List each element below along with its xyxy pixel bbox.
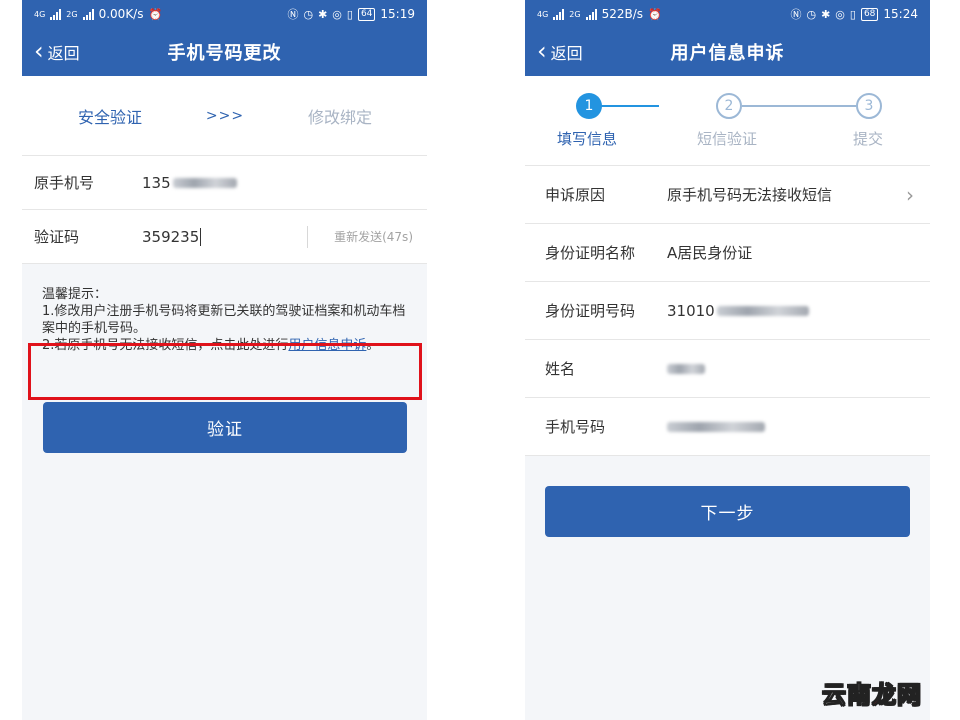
appeal-screen: 4G 2G 522B/s ⏰ Ⓝ ◷ ✱ ◎ ▯ 68 15:24 ‹ 返回 用…: [525, 0, 930, 720]
tips-title: 温馨提示：: [42, 287, 108, 302]
old-phone-value: 135: [142, 174, 237, 192]
phone-label: 手机号码: [545, 418, 606, 436]
watermark-logo: 云南龙网: [822, 681, 922, 710]
appeal-reason-row[interactable]: 申诉原因 原手机号码无法接收短信 ›: [525, 166, 930, 224]
network-2g-tag: 2G: [569, 9, 581, 19]
redacted-blur: [716, 305, 809, 316]
name-row[interactable]: 姓名: [525, 340, 930, 398]
network-speed: 0.00K/s: [98, 7, 144, 21]
nfc-icon: Ⓝ: [287, 8, 299, 21]
id-number-row[interactable]: 身份证明号码 31010: [525, 282, 930, 340]
battery-level: 68: [860, 7, 879, 21]
network-4g-tag: 4G: [34, 9, 46, 19]
back-label: 返回: [47, 44, 80, 63]
signal-icon: [553, 8, 565, 20]
alarm-icon: ⏰: [648, 7, 662, 21]
signal-icon: [50, 8, 62, 20]
page-title: 手机号码更改: [167, 43, 282, 64]
location-icon: ◎: [332, 7, 342, 21]
network-speed: 522B/s: [601, 7, 644, 21]
signal-icon: [585, 8, 597, 20]
resend-button[interactable]: 重新发送(47s): [334, 228, 413, 245]
step-2-circle: 2: [716, 93, 742, 119]
code-row: 验证码 359235 重新发送(47s): [22, 210, 427, 264]
status-time: 15:24: [883, 7, 918, 21]
old-phone-label: 原手机号: [34, 174, 95, 192]
text-caret: [200, 227, 202, 246]
back-button[interactable]: ‹ 返回: [34, 28, 80, 76]
name-label: 姓名: [545, 360, 576, 378]
appeal-reason-value: 原手机号码无法接收短信: [667, 186, 833, 204]
network-2g-tag: 2G: [66, 9, 78, 19]
step-arrow: >>>: [205, 107, 245, 124]
step-indicator: 安全验证 >>> 修改绑定: [22, 76, 427, 156]
vibrate-icon: ▯: [849, 7, 856, 21]
battery-level: 64: [357, 7, 376, 21]
redacted-blur: [667, 421, 765, 432]
status-time: 15:19: [380, 7, 415, 21]
step-1-circle: 1: [576, 93, 602, 119]
step-modify-binding: 修改绑定: [307, 107, 372, 127]
id-number-label: 身份证明号码: [545, 302, 636, 320]
divider: [307, 226, 308, 248]
location-icon: ◎: [835, 7, 845, 21]
highlight-box: [28, 343, 422, 400]
tips-section: 温馨提示： 1.修改用户注册手机号码将更新已关联的驾驶证档案和机动车档案中的手机…: [22, 264, 427, 354]
old-phone-row: 原手机号 135: [22, 156, 427, 210]
phone-row[interactable]: 手机号码: [525, 398, 930, 456]
step-1-label: 填写信息: [557, 130, 618, 148]
status-bar: 4G 2G 522B/s ⏰ Ⓝ ◷ ✱ ◎ ▯ 68 15:24: [525, 0, 930, 28]
name-value: [667, 363, 705, 374]
step-progress: 1 2 3 填写信息 短信验证 提交: [525, 76, 930, 166]
next-step-button[interactable]: 下一步: [545, 486, 910, 537]
id-type-row[interactable]: 身份证明名称 A居民身份证: [525, 224, 930, 282]
step-3-circle: 3: [856, 93, 882, 119]
network-4g-tag: 4G: [537, 9, 549, 19]
chevron-right-icon: ›: [906, 182, 914, 207]
nav-bar: ‹ 返回 手机号码更改: [22, 28, 427, 76]
verify-button[interactable]: 验证: [43, 402, 407, 453]
bluetooth-icon: ✱: [821, 7, 831, 21]
back-button[interactable]: ‹ 返回: [537, 28, 583, 76]
phone-change-screen: 4G 2G 0.00K/s ⏰ Ⓝ ◷ ✱ ◎ ▯ 64 15:19 ‹ 返回 …: [22, 0, 427, 720]
id-type-value: A居民身份证: [667, 244, 753, 262]
alarm-icon: ⏰: [148, 7, 163, 21]
bluetooth-icon: ✱: [318, 7, 328, 21]
vibrate-icon: ▯: [346, 7, 353, 21]
phone-value: [667, 421, 765, 432]
step-connector-pending: [742, 105, 856, 107]
clock-icon: ◷: [806, 7, 817, 21]
clock-icon: ◷: [303, 7, 314, 21]
tip-line-1: 1.修改用户注册手机号码将更新已关联的驾驶证档案和机动车档案中的手机号码。: [42, 304, 406, 336]
back-label: 返回: [550, 44, 583, 63]
id-number-value: 31010: [667, 302, 809, 320]
redacted-blur: [667, 363, 705, 374]
id-type-label: 身份证明名称: [545, 244, 636, 262]
nav-bar: ‹ 返回 用户信息申诉: [525, 28, 930, 76]
code-input[interactable]: 359235: [142, 227, 202, 246]
back-arrow-icon: ‹: [34, 36, 44, 65]
step-3-label: 提交: [853, 130, 884, 148]
step-2-label: 短信验证: [697, 130, 758, 148]
nfc-icon: Ⓝ: [790, 8, 802, 21]
page-title: 用户信息申诉: [670, 43, 785, 64]
appeal-reason-label: 申诉原因: [545, 186, 606, 204]
signal-icon: [82, 8, 94, 20]
back-arrow-icon: ‹: [537, 36, 547, 65]
redacted-blur: [172, 177, 237, 188]
status-bar: 4G 2G 0.00K/s ⏰ Ⓝ ◷ ✱ ◎ ▯ 64 15:19: [22, 0, 427, 28]
code-label: 验证码: [34, 228, 80, 246]
step-security-verify: 安全验证: [78, 107, 143, 127]
